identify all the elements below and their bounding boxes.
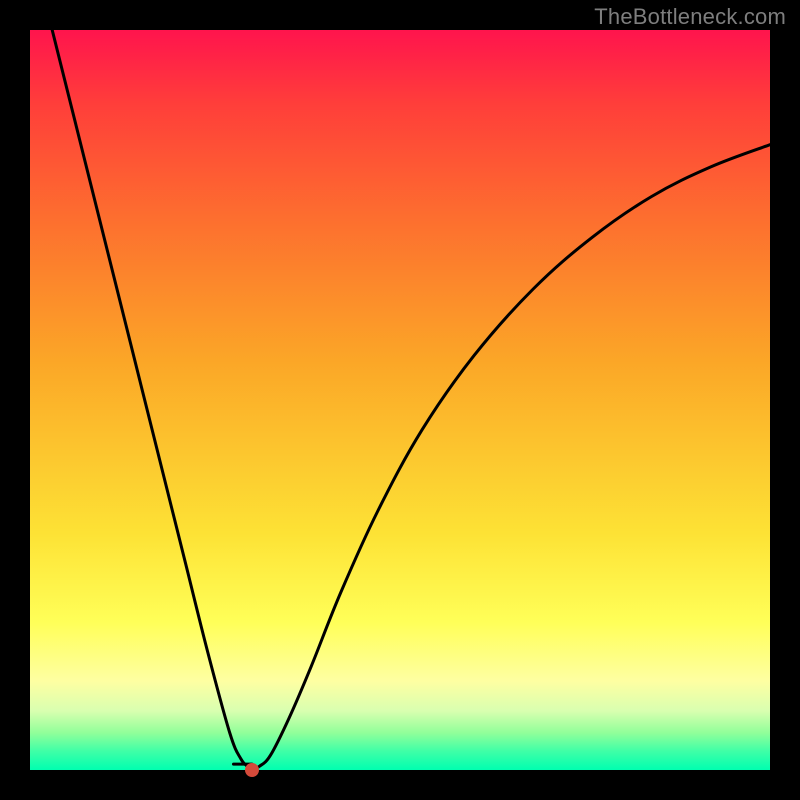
plot-area: [30, 30, 770, 770]
watermark-text: TheBottleneck.com: [594, 4, 786, 30]
right-branch-path: [252, 145, 770, 770]
chart-stage: TheBottleneck.com: [0, 0, 800, 800]
left-branch-path: [52, 30, 252, 770]
minimum-marker: [245, 763, 259, 777]
curve-svg: [30, 30, 770, 770]
